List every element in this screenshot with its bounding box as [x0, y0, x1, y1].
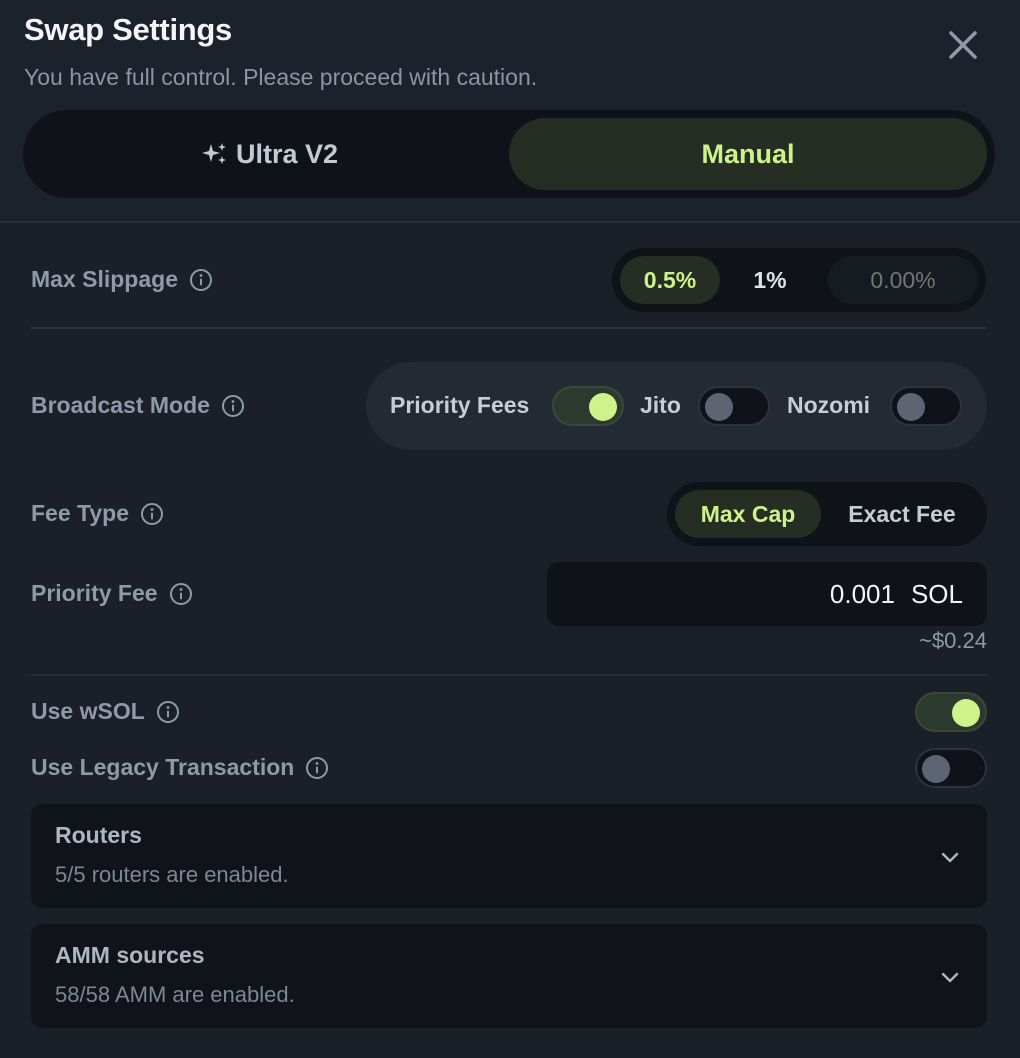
close-icon	[949, 31, 977, 59]
amm-sources-card[interactable]: AMM sources 58/58 AMM are enabled.	[31, 924, 987, 1028]
chevron-down-icon	[937, 844, 963, 870]
toggle-knob	[705, 393, 733, 421]
use-wsol-label: Use wSOL	[31, 698, 180, 725]
nozomi-toggle[interactable]	[890, 386, 962, 426]
fee-type-options: Max Cap Exact Fee	[667, 482, 987, 546]
max-slippage-text: Max Slippage	[31, 266, 178, 292]
mode-ultra-button[interactable]: Ultra V2	[31, 118, 509, 190]
divider	[31, 674, 987, 676]
settings-header: Swap Settings You have full control. Ple…	[0, 0, 1020, 223]
info-icon[interactable]	[140, 502, 164, 526]
mode-manual-label: Manual	[701, 138, 795, 169]
routers-card[interactable]: Routers 5/5 routers are enabled.	[31, 804, 987, 908]
fee-type-exact-fee[interactable]: Exact Fee	[825, 490, 979, 538]
broadcast-mode-label: Broadcast Mode	[31, 392, 245, 419]
amm-sources-subtitle: 58/58 AMM are enabled.	[55, 982, 295, 1007]
info-icon[interactable]	[169, 582, 193, 606]
info-icon[interactable]	[305, 756, 329, 780]
jito-toggle[interactable]	[698, 386, 770, 426]
priority-fee-unit: SOL	[910, 578, 963, 609]
toggle-knob	[589, 393, 617, 421]
toggle-knob	[952, 699, 980, 727]
broadcast-mode-text: Broadcast Mode	[31, 392, 210, 418]
fee-type-label: Fee Type	[31, 500, 164, 527]
slippage-options: 0.5% 1%	[612, 248, 986, 312]
priority-fee-input[interactable]: 0.001 SOL	[547, 562, 987, 626]
priority-fee-usd: ~$0.24	[919, 628, 987, 653]
chevron-down-icon	[937, 964, 963, 990]
mode-manual-button[interactable]: Manual	[509, 118, 987, 190]
page-title: Swap Settings	[24, 12, 232, 47]
info-icon[interactable]	[156, 700, 180, 724]
close-button[interactable]	[944, 26, 982, 64]
sparkle-icon	[201, 143, 226, 164]
toggle-knob	[922, 755, 950, 783]
routers-subtitle: 5/5 routers are enabled.	[55, 862, 289, 887]
use-legacy-text: Use Legacy Transaction	[31, 754, 295, 780]
jito-label: Jito	[640, 392, 681, 418]
fee-type-text: Fee Type	[31, 500, 129, 526]
fee-type-max-cap[interactable]: Max Cap	[675, 490, 821, 538]
mode-toggle: Ultra V2 Manual	[23, 110, 995, 198]
slippage-option-0-5[interactable]: 0.5%	[620, 256, 720, 304]
page-subtitle: You have full control. Please proceed wi…	[24, 64, 538, 90]
priority-fee-text: Priority Fee	[31, 580, 158, 606]
toggle-knob	[897, 393, 925, 421]
mode-ultra-label: Ultra V2	[235, 138, 339, 169]
divider	[31, 327, 987, 329]
amm-sources-title: AMM sources	[55, 942, 205, 968]
slippage-option-1[interactable]: 1%	[726, 256, 814, 304]
info-icon[interactable]	[189, 268, 213, 292]
use-legacy-label: Use Legacy Transaction	[31, 754, 329, 781]
info-icon[interactable]	[221, 394, 245, 418]
use-legacy-toggle[interactable]	[915, 748, 987, 788]
use-wsol-text: Use wSOL	[31, 698, 145, 724]
routers-title: Routers	[55, 822, 142, 848]
priority-fees-toggle[interactable]	[552, 386, 624, 426]
priority-fee-value: 0.001	[829, 578, 895, 609]
priority-fees-label: Priority Fees	[390, 392, 530, 418]
broadcast-options: Priority Fees Jito Nozomi	[366, 362, 987, 450]
max-slippage-label: Max Slippage	[31, 266, 213, 293]
slippage-custom-input[interactable]	[828, 256, 978, 304]
priority-fee-label: Priority Fee	[31, 580, 193, 607]
use-wsol-toggle[interactable]	[915, 692, 987, 732]
nozomi-label: Nozomi	[787, 392, 871, 418]
